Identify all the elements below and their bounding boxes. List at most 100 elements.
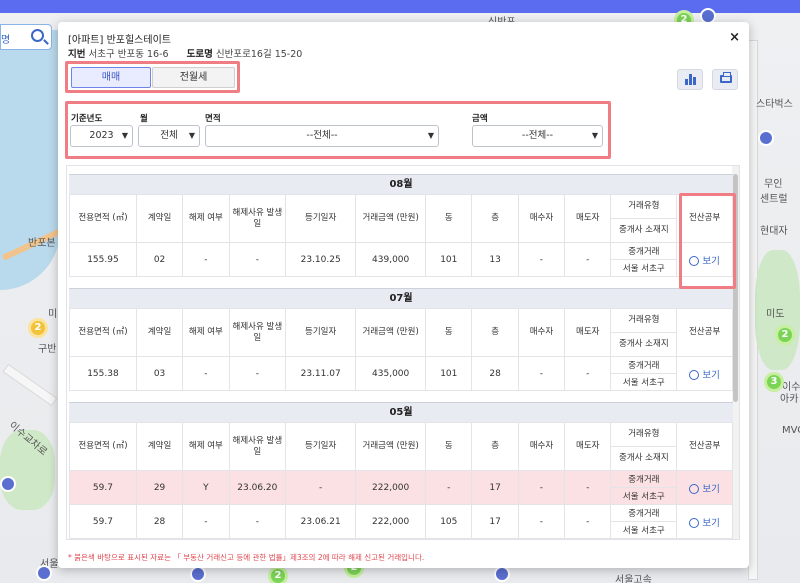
view-ledger-link[interactable]: 보기: [689, 518, 720, 529]
agent-location-cell: 서울 서초구: [610, 487, 678, 505]
table-cell: 101: [425, 356, 473, 391]
table-row: 59.7 28- -23.06.21 222,000 105 17- - 중개거래 보기: [69, 504, 733, 539]
column-header: 중개사 소재지: [610, 332, 678, 357]
column-header: 계약일: [135, 194, 184, 243]
map-label: 아카: [780, 394, 799, 405]
table-cell: -: [228, 504, 287, 539]
table-cell: -: [517, 504, 566, 539]
table-cell: 59.7: [69, 504, 137, 539]
column-header: 층: [471, 308, 519, 357]
column-header: 중개사 소재지: [610, 218, 678, 243]
search-icon: [689, 484, 700, 494]
table-cell: 23.11.07: [285, 356, 357, 391]
map-label: 스타벅스: [756, 99, 793, 110]
map-label: 구반: [38, 344, 57, 355]
table-cell: 02: [135, 242, 184, 277]
cluster-marker[interactable]: 3: [764, 372, 784, 392]
column-header: 매도자: [564, 422, 612, 471]
table-cell: 28: [135, 504, 184, 539]
year-filter-label: 기준년도: [71, 114, 103, 124]
map-marker[interactable]: [0, 476, 16, 492]
tab-sale[interactable]: 매매: [71, 67, 151, 88]
column-header: 거래금액 (만원): [355, 308, 427, 357]
ledger-column-highlight: [679, 193, 736, 289]
table-cell: -: [564, 356, 612, 391]
view-ledger-link[interactable]: 보기: [689, 370, 720, 381]
table-cell: -: [564, 242, 612, 277]
close-icon[interactable]: ×: [729, 30, 740, 45]
month-header: 07월: [69, 288, 733, 308]
deal-type-cell: 중개거래: [610, 504, 678, 522]
month-filter-label: 월: [140, 114, 148, 124]
deal-type-cell: 중개거래: [610, 356, 678, 374]
cluster-marker[interactable]: 2: [28, 318, 48, 338]
table-cell: -: [564, 504, 612, 539]
print-button[interactable]: [712, 69, 738, 90]
agent-location-cell: 서울 서초구: [610, 373, 678, 391]
table-row: 59.7 29 Y 23.06.20-222,000-17- - 중개거래 보기: [69, 470, 733, 505]
table-cell: -: [182, 242, 230, 277]
chevron-down-icon: ▼: [427, 131, 434, 140]
map-marker[interactable]: [36, 565, 52, 581]
column-header: 거래유형: [610, 194, 678, 219]
column-header: 해제 여부: [182, 422, 230, 471]
area-select[interactable]: --전체-- ▼: [205, 125, 439, 147]
road-value: 신반포로16길 15-20: [215, 49, 303, 60]
table-cell: 439,000: [355, 242, 427, 277]
column-header: 등기일자: [285, 194, 357, 243]
amount-select[interactable]: --전체-- ▼: [472, 125, 603, 147]
view-ledger-link[interactable]: 보기: [689, 484, 720, 495]
column-header: 매수자: [517, 422, 566, 471]
agent-location-cell: 서울 서초구: [610, 521, 678, 539]
apartment-title: [아파트] 반포힐스테이트: [68, 35, 171, 46]
column-header: 층: [471, 194, 519, 243]
search-icon[interactable]: [31, 29, 44, 42]
ledger-cell: 보기: [676, 504, 733, 539]
table-cell: 105: [425, 504, 473, 539]
area-filter-label: 면적: [205, 114, 221, 124]
table-cell: 28: [471, 356, 519, 391]
address-line: 지번 서초구 반포동 16-6 도로명 신반포로16길 15-20: [68, 46, 302, 60]
tab-rent[interactable]: 전월세: [152, 67, 235, 88]
table-cell: 23.06.21: [285, 504, 357, 539]
column-header: 동: [425, 194, 473, 243]
transactions-table-area[interactable]: 08월 전용면적 (㎡) 계약일 해제 여부 해제사유 발생일 등기일자 거래금액 (만원)…: [66, 165, 740, 540]
table-cell: 23.10.25: [285, 242, 357, 277]
bar-chart-icon: [685, 66, 697, 85]
chevron-down-icon: ▼: [591, 131, 598, 140]
table-cell: 155.95: [69, 242, 137, 277]
column-header: 매수자: [517, 194, 566, 243]
transactions-table: 전용면적 (㎡) 계약일 해제 여부 해제사유 발생일 등기일자 거래금액 (만원) 동 층 매…: [69, 308, 733, 391]
transaction-popup: [아파트] 반포힐스테이트 지번 서초구 반포동 16-6 도로명 신반포로16…: [58, 22, 749, 568]
map-marker[interactable]: [494, 566, 510, 582]
map-marker[interactable]: [758, 130, 774, 146]
cluster-marker[interactable]: 2: [775, 325, 795, 345]
table-cell: -: [517, 242, 566, 277]
column-header: 중개사 소재지: [610, 446, 678, 471]
table-cell: -: [228, 356, 287, 391]
map-marker[interactable]: [190, 566, 206, 582]
column-header: 거래유형: [610, 422, 678, 447]
map-search-box[interactable]: 명: [0, 24, 52, 50]
search-text-fragment: 명: [1, 35, 11, 46]
cluster-marker[interactable]: 2: [268, 566, 288, 583]
chevron-down-icon: ▼: [121, 131, 128, 140]
table-cell: Y: [182, 470, 230, 505]
column-header: 해제사유 발생일: [228, 194, 287, 243]
column-header: 층: [471, 422, 519, 471]
map-label: MVO: [782, 425, 800, 436]
month-select[interactable]: 전체 ▼: [138, 125, 200, 147]
year-select[interactable]: 2023 ▼: [70, 125, 133, 147]
column-header: 전산공부: [676, 308, 733, 357]
table-cell: -: [182, 356, 230, 391]
jibun-label: 지번: [68, 49, 86, 60]
table-cell: -: [228, 242, 287, 277]
column-header: 동: [425, 308, 473, 357]
road: [2, 363, 58, 407]
search-icon: [689, 518, 700, 528]
column-header: 매수자: [517, 308, 566, 357]
chart-button[interactable]: [677, 69, 703, 90]
column-header: 거래금액 (만원): [355, 422, 427, 471]
table-row: 155.38 03- -23.11.07 435,000 101 28- - 중개거래 보기: [69, 356, 733, 391]
map-label: 미도: [766, 309, 785, 320]
